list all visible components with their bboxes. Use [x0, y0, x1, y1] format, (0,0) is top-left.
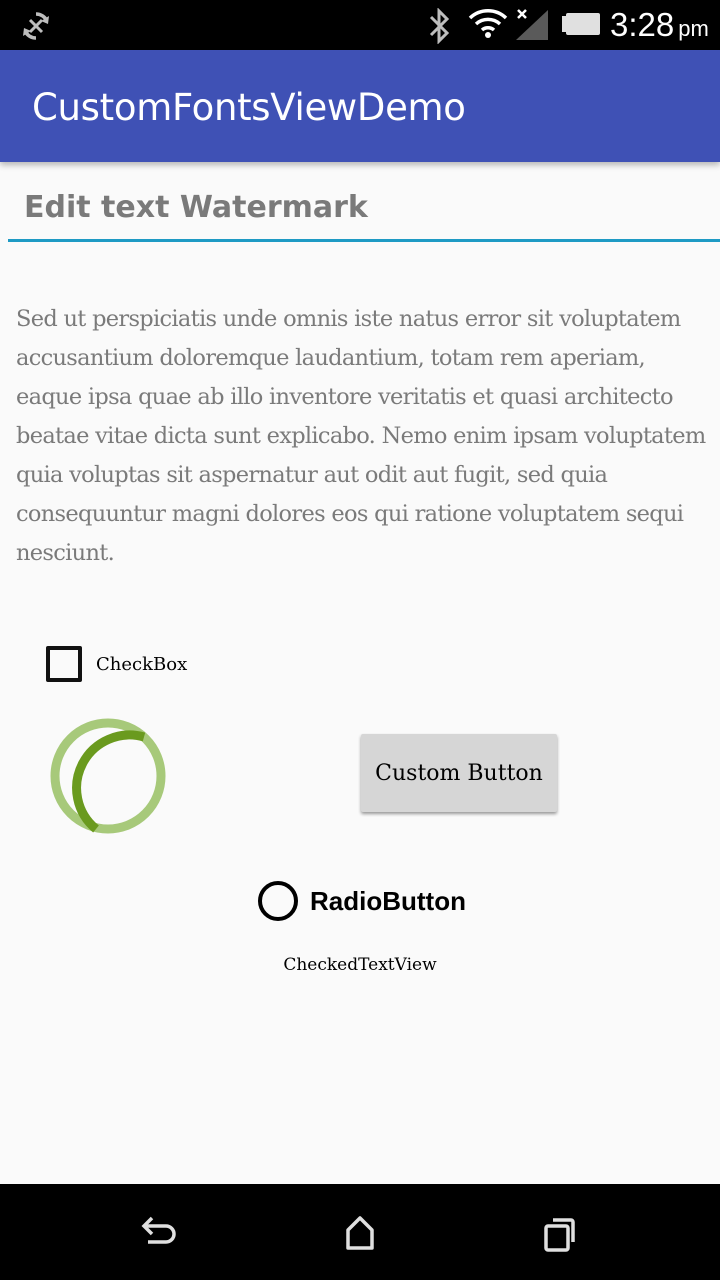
custom-button[interactable]: Custom Button	[361, 734, 557, 812]
edit-text-field[interactable]	[24, 182, 684, 232]
status-ampm: pm	[678, 16, 709, 41]
radio-label: RadioButton	[310, 885, 466, 916]
body-text: Sed ut perspiciatis unde omnis iste natu…	[16, 306, 706, 566]
navigation-bar	[0, 1184, 720, 1280]
app-title: CustomFontsViewDemo	[32, 86, 466, 129]
progress-spinner	[50, 718, 166, 834]
checkbox-box[interactable]	[46, 646, 82, 682]
status-time: 3:28 pm	[610, 6, 709, 43]
back-icon[interactable]	[140, 1214, 180, 1254]
radio-button[interactable]: RadioButton	[258, 881, 466, 921]
recents-icon[interactable]	[540, 1214, 580, 1254]
edit-text-container	[8, 178, 720, 242]
bluetooth-icon	[429, 8, 450, 44]
wifi-icon	[468, 9, 508, 38]
battery-icon	[562, 13, 600, 35]
checked-text-view[interactable]: CheckedTextView	[0, 955, 720, 975]
cell-signal-icon	[516, 9, 548, 40]
checkbox-label: CheckBox	[96, 653, 188, 675]
sync-icon	[23, 12, 49, 40]
radio-circle[interactable]	[258, 881, 298, 921]
app-bar: CustomFontsViewDemo	[0, 50, 720, 162]
status-bar: 3:28 pm	[0, 0, 720, 50]
checkbox[interactable]: CheckBox	[46, 646, 187, 682]
home-icon[interactable]	[340, 1214, 380, 1254]
